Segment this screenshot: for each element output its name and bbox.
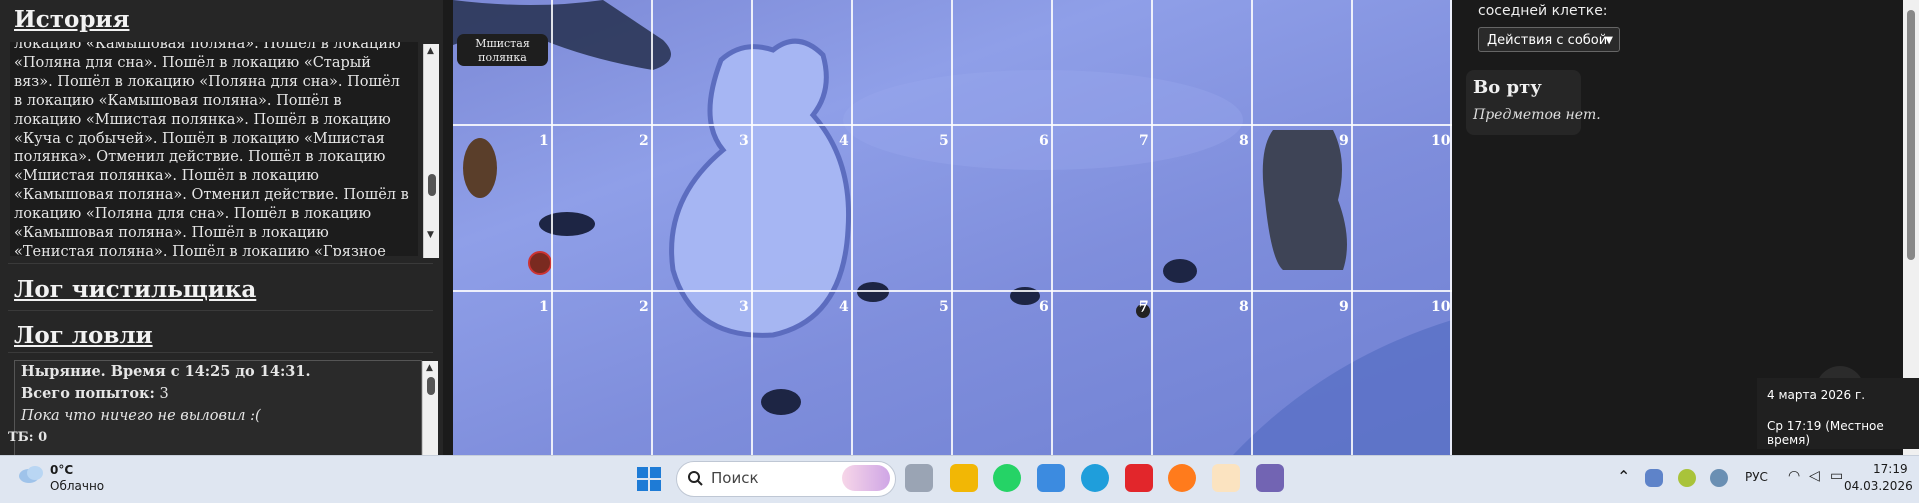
divider — [8, 310, 433, 311]
cell-number: 1 — [539, 133, 549, 149]
history-title[interactable]: История — [14, 6, 129, 33]
grid-line — [453, 124, 1452, 126]
mouth-empty: Предметов нет. — [1473, 107, 1601, 123]
grid-line — [951, 0, 953, 455]
actions-select[interactable]: Действия с собой ▼ — [1478, 27, 1620, 52]
volume-icon[interactable]: ◁ — [1809, 468, 1820, 484]
grid-line — [1051, 0, 1053, 455]
cell-number: 8 — [1239, 133, 1249, 149]
scroll-up-icon[interactable]: ▲ — [426, 363, 433, 373]
fishing-scrollbar[interactable]: ▲ — [422, 361, 438, 455]
search-placeholder[interactable]: Поиск — [711, 469, 759, 487]
attempts-value: 3 — [159, 386, 169, 402]
wps-office-icon[interactable] — [1125, 464, 1153, 492]
cell-number: 8 — [1239, 299, 1249, 315]
game-field[interactable]: 1 2 3 4 5 6 7 8 9 10 1 2 3 4 5 6 7 8 9 1… — [453, 0, 1452, 455]
fishing-log: Ныряние. Время с 14:25 до 14:31. Всего п… — [14, 360, 422, 457]
cloud-icon[interactable] — [17, 463, 45, 485]
actions-select-value: Действия с собой — [1487, 33, 1608, 48]
weather-desc[interactable]: Облачно — [50, 479, 104, 493]
scroll-up-icon[interactable]: ▲ — [427, 46, 434, 56]
language-indicator[interactable]: РУС — [1745, 470, 1768, 484]
cell-number: 6 — [1039, 133, 1049, 149]
tray-icon[interactable] — [1678, 469, 1696, 487]
history-scrollbar[interactable]: ▲ ▼ — [423, 44, 439, 258]
tooltip-date: 4 марта 2026 г. — [1767, 388, 1866, 402]
search-icon — [688, 471, 703, 486]
grid-line — [1251, 0, 1253, 455]
cell-number: 2 — [639, 299, 649, 315]
cell-number: 5 — [939, 299, 949, 315]
tb-counter: ТБ: 0 — [8, 430, 48, 445]
attempts-label: Всего попыток: — [21, 385, 155, 402]
cell-number: 6 — [1039, 299, 1049, 315]
cell-number: 9 — [1339, 299, 1349, 315]
cell-number: 7 — [1139, 133, 1149, 149]
chevron-up-icon[interactable]: ⌃ — [1617, 467, 1630, 486]
history-text: локацию «Камышовая поляна». Пошёл в лока… — [14, 42, 409, 256]
cell-number: 4 — [839, 133, 849, 149]
cleaner-log-title[interactable]: Лог чистильщика — [14, 276, 256, 303]
history-log: локацию «Камышовая поляна». Пошёл в лока… — [10, 42, 418, 256]
divider — [8, 263, 433, 264]
edge-icon[interactable] — [1081, 464, 1109, 492]
file-explorer-icon[interactable] — [950, 464, 978, 492]
scroll-thumb[interactable] — [428, 174, 436, 196]
tray-icon[interactable] — [1645, 469, 1663, 487]
scroll-thumb[interactable] — [427, 377, 435, 395]
cell-number: 2 — [639, 133, 649, 149]
cell-number: 10 — [1431, 299, 1451, 315]
search-highlight-image — [842, 465, 890, 491]
tooltip-time: Ср 17:19 (Местное время) — [1767, 419, 1884, 447]
divider — [8, 352, 433, 353]
location-tooltip: Мшистая полянка — [457, 34, 548, 66]
chevron-down-icon: ▼ — [1605, 35, 1613, 46]
yandex-browser-icon[interactable] — [1212, 464, 1240, 492]
store-icon[interactable] — [1037, 464, 1065, 492]
cell-number: 5 — [939, 133, 949, 149]
cell-number: 10 — [1431, 133, 1451, 149]
date-tooltip: 4 марта 2026 г. Ср 17:19 (Местное время) — [1757, 378, 1919, 449]
fishing-attempts: Всего попыток: 3 — [15, 383, 421, 405]
scroll-down-icon[interactable]: ▼ — [427, 230, 434, 240]
marker-number: 7 — [1139, 302, 1147, 315]
cell-label: соседней клетке: — [1478, 3, 1608, 19]
windows-start-icon[interactable] — [637, 467, 661, 491]
firefox-icon[interactable] — [1168, 464, 1196, 492]
grid-line — [751, 0, 753, 455]
fishing-line: Ныряние. Время с 14:25 до 14:31. — [21, 363, 311, 380]
tray-icon[interactable] — [1710, 469, 1728, 487]
clock-date[interactable]: 04.03.2026 — [1844, 479, 1913, 493]
task-view-icon[interactable] — [905, 464, 933, 492]
cell-number: 3 — [739, 299, 749, 315]
whatsapp-icon[interactable] — [993, 464, 1021, 492]
battery-icon[interactable]: ▭ — [1830, 468, 1843, 484]
scroll-thumb[interactable] — [1907, 10, 1915, 260]
cell-number: 9 — [1339, 133, 1349, 149]
grid-line — [453, 290, 1452, 292]
wifi-icon[interactable]: ◠ — [1788, 468, 1800, 484]
cell-number: 4 — [839, 299, 849, 315]
cell-number: 3 — [739, 133, 749, 149]
grid-line — [1351, 0, 1353, 455]
app-icon[interactable] — [1256, 464, 1284, 492]
mouth-title: Во рту — [1473, 77, 1542, 98]
grid-line — [551, 0, 553, 455]
fishing-status: Пока что ничего не выловил :( — [21, 408, 261, 424]
grid-line — [1151, 0, 1153, 455]
fishing-log-title[interactable]: Лог ловли — [14, 322, 153, 349]
grid-line — [651, 0, 653, 455]
weather-temp[interactable]: 0°C — [50, 463, 73, 477]
grid-line — [851, 0, 853, 455]
clock-time[interactable]: 17:19 — [1873, 462, 1908, 476]
cell-number: 1 — [539, 299, 549, 315]
